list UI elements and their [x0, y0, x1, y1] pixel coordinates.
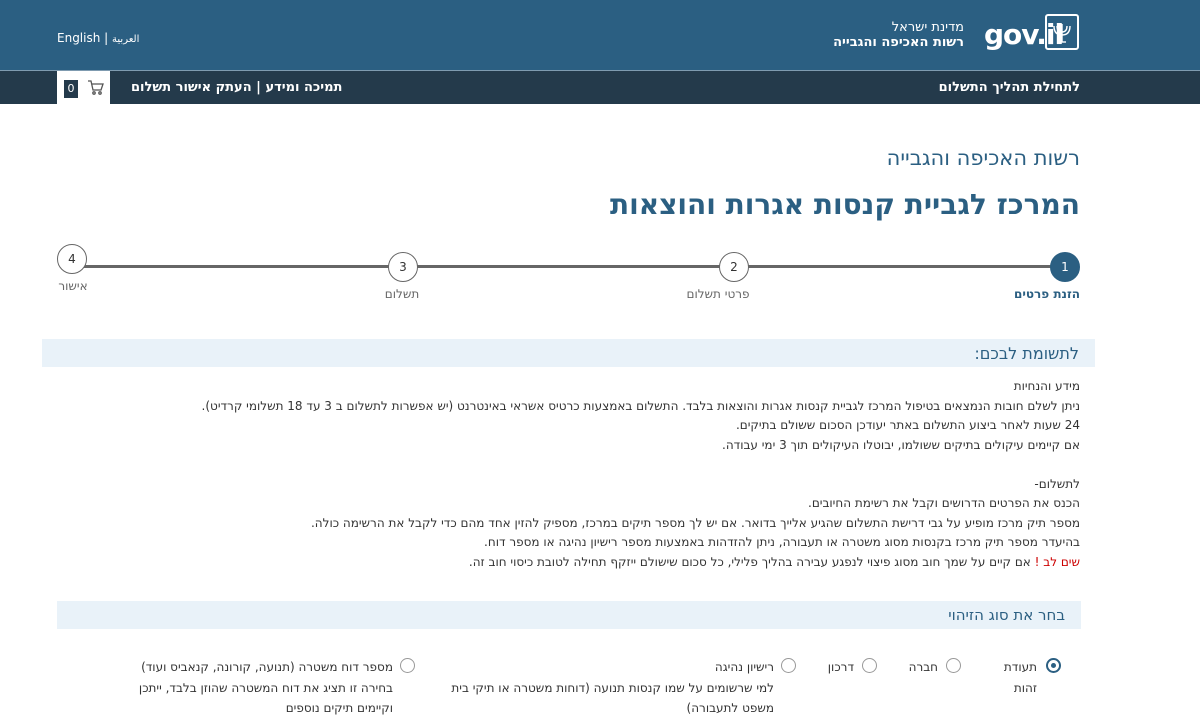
passport-radio[interactable]	[862, 658, 877, 673]
id-card-radio[interactable]	[1046, 658, 1061, 673]
notice-line: מספר תיק מרכז מופיע על גבי דרישת התשלום …	[310, 515, 1080, 530]
police-report-desc: בחירה זו תציג את דוח המשטרה שהוזן בלבד, …	[93, 678, 393, 718]
police-report-desc-line: בחירה זו תציג את דוח המשטרה שהוזן בלבד, …	[138, 681, 393, 695]
step-4-circle: 4	[57, 244, 87, 274]
warning-text: אם קיים על שמך חוב מסוג פיצוי לנפגע עביר…	[468, 554, 1035, 569]
step-4-label: אישור	[58, 279, 88, 293]
drivers-license-desc: למי שרשומים על שמו קנסות תנועה (דוחות מש…	[414, 678, 774, 718]
notice-line: בהיעדר מספר תיק מרכז בקנסות מסוג משטרה א…	[484, 535, 1080, 549]
company-radio[interactable]	[946, 658, 961, 673]
support-info-link[interactable]: תמיכה ומידע | העתק אישור תשלום	[131, 80, 342, 95]
step-2-circle: 2	[719, 252, 749, 282]
authority-name: רשות האכיפה והגבייה	[833, 35, 964, 50]
id-card-label: תעודת	[1003, 660, 1037, 674]
page-subtitle: רשות האכיפה והגבייה	[886, 146, 1080, 170]
cart-icon	[87, 80, 104, 99]
notice-body: מידע והנחיות ניתן לשלם חובות הנמצאים בטי…	[80, 377, 1080, 572]
notice-line: מידע והנחיות	[1013, 379, 1080, 393]
notice-header: לתשומת לבכם:	[42, 339, 1095, 367]
drivers-license-radio[interactable]	[781, 658, 796, 673]
lang-arabic-link[interactable]: العربية	[112, 34, 139, 45]
notice-line: ניתן לשלם חובות הנמצאים בטיפול המרכז לגב…	[201, 398, 1080, 413]
notice-title: לתשומת לבכם:	[974, 344, 1079, 363]
drivers-license-desc-line: למי שרשומים על שמו קנסות תנועה (דוחות מש…	[451, 681, 774, 695]
notice-line	[80, 455, 1080, 475]
cart-button[interactable]: 0	[57, 71, 110, 104]
id-card-label-2: זהות	[1013, 681, 1037, 695]
notice-line: 24 שעות לאחר ביצוע התשלום באתר יעודכן הס…	[735, 418, 1080, 432]
warning-prefix: שים לב !	[1034, 554, 1080, 569]
police-report-radio[interactable]	[400, 658, 415, 673]
top-header: English | العربية מדינת ישראל רשות האכיפ…	[0, 0, 1200, 70]
id-type-header: בחר את סוג הזיהוי	[57, 601, 1081, 629]
notice-line: הכנס את הפרטים הדרושים וקבל את רשימת החי…	[808, 496, 1080, 510]
progress-line	[72, 265, 1065, 268]
police-report-desc-line: וקיימים תיקים נוספים	[285, 701, 393, 715]
state-emblem-icon	[1045, 14, 1079, 50]
step-2-label: פרטי תשלום	[686, 287, 750, 301]
state-name: מדינת ישראל	[891, 20, 964, 35]
cart-count-badge: 0	[64, 80, 78, 98]
id-type-title: בחר את סוג הזיהוי	[948, 606, 1065, 624]
company-label: חברה	[908, 660, 938, 674]
notice-line: אם קיימים עיקולים בתיקים ששולמו, יבוטלו …	[722, 437, 1080, 452]
passport-label: דרכון	[827, 660, 854, 674]
notice-line: לתשלום-	[1034, 476, 1080, 491]
police-report-label: מספר דוח משטרה (תנועה, קורונה, קנאביס וע…	[141, 660, 393, 674]
step-3-circle: 3	[388, 252, 418, 282]
drivers-license-label: רישיון נהיגה	[714, 660, 774, 674]
language-switcher: English | العربية	[57, 31, 139, 45]
drivers-license-desc-line: משפט לתעבורה)	[686, 701, 774, 715]
step-1-label: הזנת פרטים	[1013, 287, 1081, 301]
page-title: המרכז לגביית קנסות אגרות והוצאות	[610, 188, 1080, 221]
step-1-circle: 1	[1050, 252, 1080, 282]
step-3-label: תשלום	[384, 287, 420, 301]
start-payment-link[interactable]: לתחילת תהליך התשלום	[939, 80, 1080, 95]
lang-separator: |	[104, 31, 109, 45]
notice-warning: שים לב ! אם קיים על שמך חוב מסוג פיצוי ל…	[80, 553, 1080, 573]
lang-english-link[interactable]: English	[57, 31, 100, 45]
main-nav: לתחילת תהליך התשלום תמיכה ומידע | העתק א…	[0, 70, 1200, 104]
